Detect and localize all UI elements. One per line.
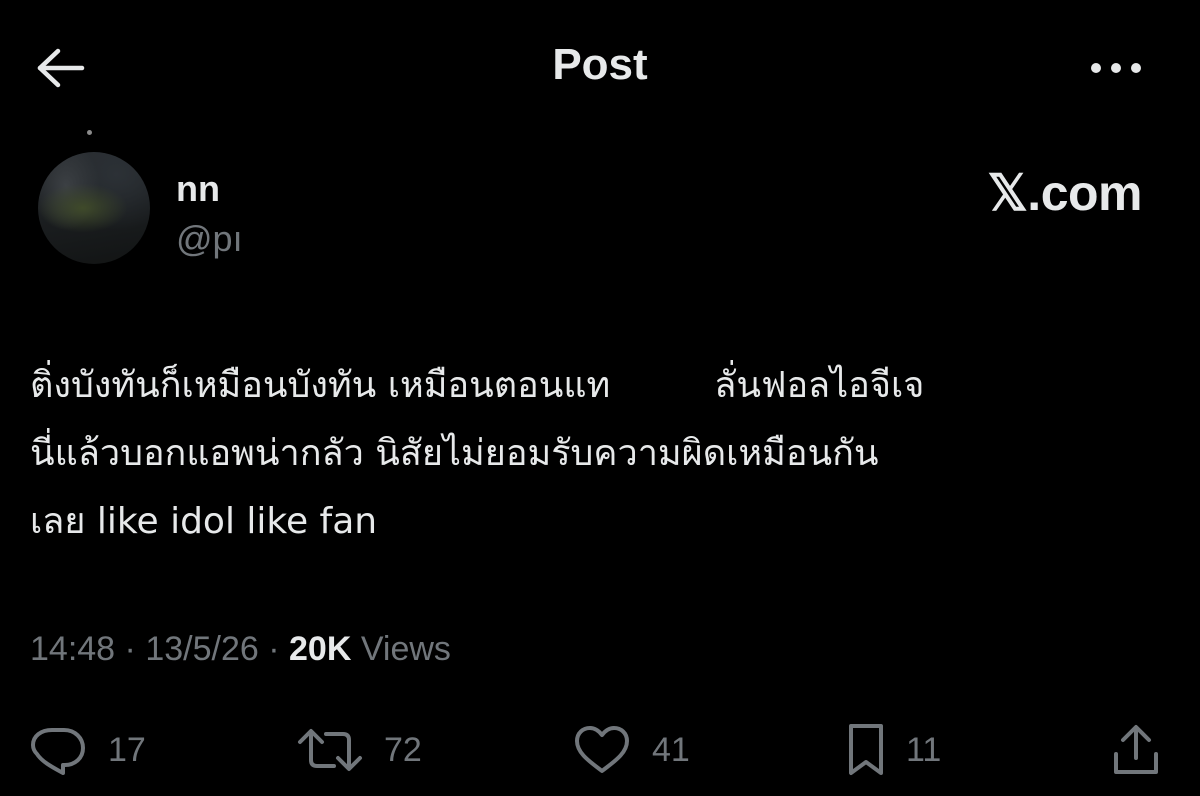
post-text-line: นี่แล้วบอกแอพน่ากลัว นิสัยไม่ยอมรับความผ… [30,433,879,474]
like-button[interactable]: 41 [572,720,690,780]
page-title: Post [552,40,648,89]
post-action-bar: 17 72 41 11 [0,720,1200,780]
author-display-name[interactable]: nn [176,168,220,210]
bookmark-icon [846,722,886,778]
author-handle[interactable]: @pı [176,218,248,260]
share-icon [1110,722,1162,778]
reply-count: 17 [108,730,146,769]
post-time[interactable]: 14:48 [30,630,115,668]
bookmark-button[interactable]: 11 [846,720,941,780]
share-button[interactable] [1110,720,1162,780]
repost-button[interactable]: 72 [296,720,422,780]
more-options-button[interactable] [1080,44,1152,92]
x-com-watermark: 𝕏.com [987,165,1143,221]
meta-separator: · [124,630,136,668]
repost-count: 72 [384,730,422,769]
post-text-segment: ติ่งบังทันก็เหมือนบังทัน เหมือนตอนแท [30,365,611,406]
like-count: 41 [652,730,690,769]
post-text-line: ติ่งบังทันก็เหมือนบังทัน เหมือนตอนแท ลั่น… [30,352,1170,420]
views-label[interactable]: Views [361,630,451,668]
bookmark-count: 11 [906,730,942,769]
top-navigation-bar: Post [0,0,1200,140]
back-button[interactable] [30,44,90,92]
views-count[interactable]: 20K [289,630,351,668]
thread-indicator-dot [87,130,92,135]
repost-icon [296,724,364,776]
avatar[interactable] [38,152,150,264]
arrow-left-icon [34,48,86,88]
post-date[interactable]: 13/5/26 [145,630,258,668]
more-horizontal-icon [1088,62,1144,74]
meta-separator: · [268,630,280,668]
post-body-text: ติ่งบังทันก็เหมือนบังทัน เหมือนตอนแท ลั่น… [30,352,1170,556]
reply-icon [28,724,88,776]
post-text-segment: ลั่นฟอลไอจีเจ [714,365,925,406]
post-metadata: 14:48 · 13/5/26 · 20K Views [30,630,451,669]
post-text-line: เลย like idol like fan [30,501,378,542]
heart-icon [572,724,632,776]
reply-button[interactable]: 17 [28,720,146,780]
